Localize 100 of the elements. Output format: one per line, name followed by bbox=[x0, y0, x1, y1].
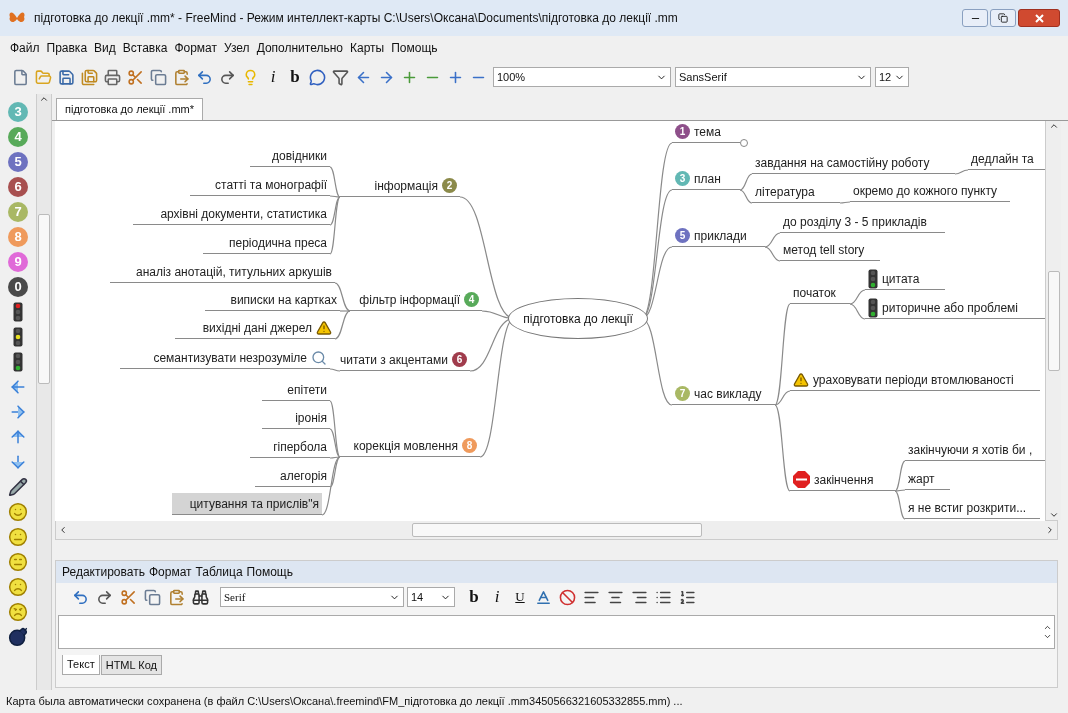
map-node[interactable]: 1 тема bbox=[672, 121, 740, 143]
map-node[interactable]: іронія bbox=[262, 407, 330, 429]
italic-button[interactable]: i bbox=[487, 586, 507, 608]
menu-item[interactable]: Вставка bbox=[122, 39, 168, 57]
map-node[interactable]: я не встиг розкрити... bbox=[905, 497, 1040, 519]
paste-icon[interactable] bbox=[173, 68, 190, 86]
scroll-thumb[interactable] bbox=[411, 523, 702, 537]
new-icon[interactable] bbox=[12, 68, 29, 86]
menu-item[interactable]: Таблица bbox=[195, 563, 243, 581]
menu-item[interactable]: Формат bbox=[174, 39, 218, 57]
map-node[interactable]: гіпербола bbox=[250, 436, 330, 458]
menu-item[interactable]: Помощь bbox=[391, 39, 438, 57]
editor-tab[interactable]: HTML Код bbox=[100, 655, 162, 675]
map-node[interactable]: до розділу 3 - 5 прикладів bbox=[780, 211, 945, 233]
note-text-field[interactable] bbox=[58, 615, 1055, 649]
cut-icon[interactable] bbox=[120, 588, 137, 606]
menu-item[interactable]: Дополнительно bbox=[256, 39, 343, 57]
save-as-icon[interactable] bbox=[81, 68, 98, 86]
italic-button[interactable]: i bbox=[263, 66, 283, 88]
map-node[interactable]: закінчення bbox=[790, 469, 895, 491]
map-node[interactable]: читати з акцентами 6 bbox=[340, 349, 470, 371]
fold-indicator[interactable] bbox=[740, 139, 748, 147]
filter-icon[interactable] bbox=[332, 68, 349, 86]
map-node[interactable]: жарт bbox=[905, 468, 950, 490]
map-node[interactable]: риторичне або проблемі bbox=[865, 297, 1045, 319]
save-icon[interactable] bbox=[58, 68, 75, 86]
map-node[interactable]: епітети bbox=[262, 379, 330, 401]
scroll-down-icon[interactable] bbox=[1048, 510, 1059, 520]
menu-item[interactable]: Помощь bbox=[246, 563, 293, 581]
undo-icon[interactable] bbox=[196, 68, 213, 86]
menu-item[interactable]: Файл bbox=[10, 39, 40, 57]
bubble-icon[interactable] bbox=[309, 68, 326, 86]
bomb-icon[interactable] bbox=[8, 627, 28, 647]
number-badge[interactable]: 0 bbox=[8, 277, 28, 297]
map-node[interactable]: 3 план bbox=[672, 168, 740, 190]
map-node[interactable]: алегорія bbox=[255, 465, 330, 487]
menu-item[interactable]: Правка bbox=[46, 39, 88, 57]
font-select[interactable]: Serif bbox=[220, 587, 404, 607]
smile-icon[interactable] bbox=[8, 502, 28, 522]
redo-icon[interactable] bbox=[96, 588, 113, 606]
zoom-select[interactable]: 100% bbox=[493, 67, 671, 87]
pencil-icon[interactable] bbox=[8, 477, 28, 497]
map-node[interactable]: інформація 2 bbox=[340, 175, 460, 197]
map-node[interactable]: ураховувати періоди втомлюваності bbox=[790, 369, 1040, 391]
number-badge[interactable]: 5 bbox=[8, 152, 28, 172]
font-select[interactable]: SansSerif bbox=[675, 67, 871, 87]
map-node[interactable]: 7 час викладу bbox=[672, 383, 775, 405]
map-node[interactable]: цитування та прислів"я bbox=[172, 493, 322, 515]
scroll-up-icon[interactable] bbox=[39, 94, 49, 104]
text-color-icon[interactable] bbox=[535, 588, 552, 606]
maximize-button[interactable] bbox=[990, 9, 1016, 27]
scroll-left-icon[interactable] bbox=[58, 525, 68, 535]
number-badge[interactable]: 6 bbox=[8, 177, 28, 197]
map-node[interactable]: виписки на картках bbox=[205, 289, 340, 311]
vertical-scrollbar[interactable] bbox=[1045, 121, 1061, 520]
frown-icon[interactable] bbox=[8, 577, 28, 597]
undo-icon[interactable] bbox=[72, 588, 89, 606]
copy-icon[interactable] bbox=[144, 588, 161, 606]
size-select[interactable]: 12 bbox=[875, 67, 909, 87]
map-node[interactable]: статті та монографії bbox=[190, 174, 330, 196]
scroll-right-icon[interactable] bbox=[1045, 525, 1055, 535]
scroll-up-icon[interactable] bbox=[1043, 623, 1052, 632]
map-node[interactable]: література bbox=[752, 181, 840, 203]
close-button[interactable] bbox=[1018, 9, 1060, 27]
map-node[interactable]: окремо до кожного пункту bbox=[850, 180, 1010, 202]
scroll-thumb[interactable] bbox=[1047, 270, 1060, 371]
underline-button[interactable]: U bbox=[510, 586, 530, 608]
bold-button[interactable]: b bbox=[285, 66, 305, 88]
map-node[interactable]: цитата bbox=[865, 268, 945, 290]
menu-item[interactable]: Карты bbox=[350, 39, 385, 57]
copy-icon[interactable] bbox=[150, 68, 167, 86]
map-node[interactable]: архівні документи, статистика bbox=[133, 203, 330, 225]
paste-icon[interactable] bbox=[168, 588, 185, 606]
root-node[interactable]: підготовка до лекції bbox=[508, 298, 648, 339]
map-node[interactable]: аналіз анотацій, титульних аркушів bbox=[110, 261, 335, 283]
scroll-thumb[interactable] bbox=[38, 214, 50, 384]
map-node[interactable]: 5 приклади bbox=[672, 225, 765, 247]
meh-icon[interactable] bbox=[8, 527, 28, 547]
map-node[interactable]: метод tell story bbox=[780, 239, 880, 261]
map-node[interactable]: періодична преса bbox=[203, 232, 330, 254]
map-node[interactable]: фільтр інформації 4 bbox=[350, 289, 482, 311]
redo-icon[interactable] bbox=[219, 68, 236, 86]
scroll-down-icon[interactable] bbox=[1043, 632, 1052, 641]
cut-icon[interactable] bbox=[127, 68, 144, 86]
document-tab[interactable]: підготовка до лекції .mm* bbox=[56, 98, 204, 120]
map-node[interactable]: завдання на самостійну роботу bbox=[752, 152, 955, 174]
map-node[interactable]: семантизувати незрозуміле bbox=[120, 347, 330, 369]
bold-button[interactable]: b bbox=[464, 586, 484, 608]
menu-item[interactable]: Формат bbox=[148, 563, 192, 581]
map-node[interactable]: вихідні дані джерел bbox=[175, 317, 335, 339]
map-node[interactable]: довідники bbox=[250, 145, 330, 167]
map-node[interactable]: корекція мовлення 8 bbox=[340, 435, 480, 457]
print-icon[interactable] bbox=[104, 68, 121, 86]
map-node[interactable]: початок bbox=[790, 282, 850, 304]
palette-scrollbar[interactable] bbox=[36, 94, 52, 690]
menu-item[interactable]: Вид bbox=[94, 39, 116, 57]
numbering-icon[interactable] bbox=[679, 588, 696, 606]
horizontal-scrollbar[interactable] bbox=[55, 520, 1058, 540]
scroll-up-icon[interactable] bbox=[1048, 121, 1059, 131]
editor-tab[interactable]: Текст bbox=[62, 655, 100, 675]
